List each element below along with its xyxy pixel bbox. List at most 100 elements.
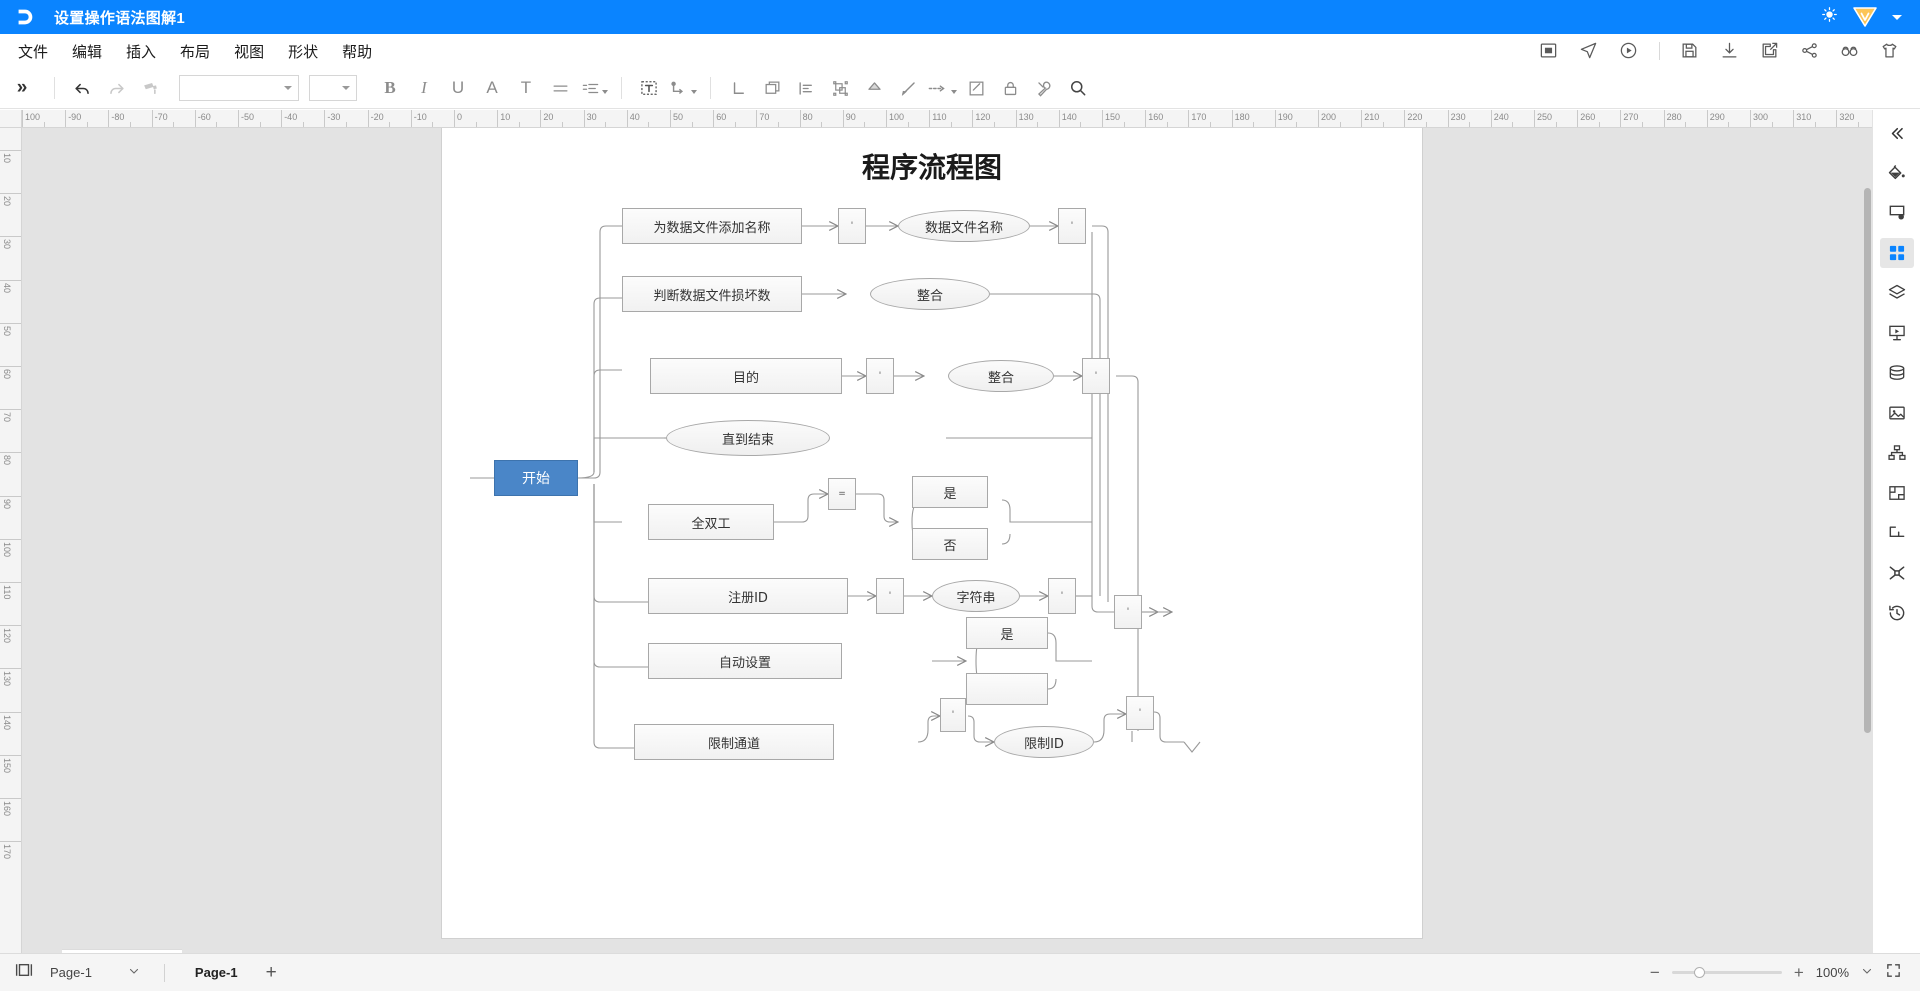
collaborate-icon[interactable]	[1840, 41, 1860, 61]
database-icon[interactable]	[1880, 358, 1914, 388]
flow-node-tiny[interactable]: '	[1126, 696, 1154, 730]
bold-button[interactable]: B	[373, 71, 407, 105]
flow-node-rect[interactable]: 为数据文件添加名称	[622, 208, 802, 244]
share-icon[interactable]	[1800, 41, 1820, 61]
zoom-slider-handle[interactable]	[1694, 967, 1705, 978]
flow-node-ellipse[interactable]: 整合	[948, 360, 1054, 392]
presentation-icon[interactable]	[1539, 41, 1559, 61]
layers-icon[interactable]	[1880, 278, 1914, 308]
page-view-icon[interactable]	[14, 961, 34, 984]
send-icon[interactable]	[1579, 41, 1599, 61]
align-icon[interactable]	[543, 71, 577, 105]
play-icon[interactable]	[1619, 41, 1639, 61]
lock-icon[interactable]	[993, 71, 1027, 105]
flow-node-rect[interactable]: 是	[966, 617, 1048, 649]
line-style-icon[interactable]	[925, 71, 959, 105]
canvas-vertical-scrollbar[interactable]	[1864, 188, 1871, 733]
menu-insert[interactable]: 插入	[114, 34, 168, 68]
align-objects-icon[interactable]	[789, 71, 823, 105]
font-color-button[interactable]: A	[475, 71, 509, 105]
format-painter-icon[interactable]	[133, 71, 167, 105]
chevron-down-icon[interactable]	[1892, 15, 1902, 20]
flow-node-ellipse[interactable]: 字符串	[932, 580, 1020, 612]
presentation-icon[interactable]	[1880, 318, 1914, 348]
search-icon[interactable]	[1061, 71, 1095, 105]
flow-node-tiny[interactable]: =	[828, 478, 856, 510]
zoom-in-button[interactable]: +	[1794, 963, 1804, 983]
tools-icon[interactable]	[1027, 71, 1061, 105]
shape-library-icon[interactable]	[1880, 238, 1914, 268]
zoom-slider[interactable]	[1672, 971, 1782, 974]
pen-line-icon[interactable]	[891, 71, 925, 105]
flow-node-tiny[interactable]: '	[940, 698, 966, 732]
menu-edit[interactable]: 编辑	[60, 34, 114, 68]
add-page-button[interactable]: +	[260, 962, 283, 984]
font-size-select[interactable]	[309, 75, 357, 101]
chevron-down-icon[interactable]	[1861, 964, 1873, 982]
line-spacing-icon[interactable]	[577, 71, 611, 105]
flow-node-tiny[interactable]: '	[1048, 578, 1076, 614]
horizontal-ruler[interactable]: 100-90-80-70-60-50-40-30-20-100102030405…	[22, 110, 1872, 128]
flow-node-rect[interactable]: 目的	[650, 358, 842, 394]
connector-route-icon[interactable]	[1880, 518, 1914, 548]
smart-layout-icon[interactable]	[1880, 558, 1914, 588]
edit-shape-icon[interactable]	[959, 71, 993, 105]
org-chart-icon[interactable]	[1880, 438, 1914, 468]
menu-view[interactable]: 视图	[222, 34, 276, 68]
underline-button[interactable]: U	[441, 71, 475, 105]
page-sheet[interactable]: 程序流程图	[442, 128, 1422, 938]
right-angle-icon[interactable]	[721, 71, 755, 105]
menu-layout[interactable]: 布局	[168, 34, 222, 68]
flow-node-rect[interactable]: 自动设置	[648, 643, 842, 679]
flow-node-ellipse[interactable]: 直到结束	[666, 420, 830, 456]
flow-node-tiny[interactable]: '	[838, 208, 866, 244]
redo-icon[interactable]	[99, 71, 133, 105]
vertical-ruler[interactable]: 1020304050607080901001101201301401501601…	[0, 128, 22, 953]
flow-node-tiny[interactable]: '	[1082, 358, 1110, 394]
fill-bucket-icon[interactable]	[857, 71, 891, 105]
connector-icon[interactable]	[666, 71, 700, 105]
menu-shape[interactable]: 形状	[276, 34, 330, 68]
page-tab-page-1[interactable]: Page-1	[183, 965, 250, 980]
text-box-icon[interactable]	[632, 71, 666, 105]
sun-icon[interactable]	[1821, 6, 1838, 28]
flow-node-rect[interactable]: 全双工	[648, 504, 774, 540]
fill-bucket-icon[interactable]	[1880, 158, 1914, 188]
flow-node-rect[interactable]: 判断数据文件损坏数	[622, 276, 802, 312]
edrawmax-logo-icon[interactable]	[8, 0, 42, 34]
theme-shirt-icon[interactable]	[1880, 41, 1900, 61]
history-icon[interactable]	[1880, 598, 1914, 628]
shape-icon[interactable]	[755, 71, 789, 105]
vip-diamond-icon[interactable]	[1852, 5, 1878, 29]
menu-help[interactable]: 帮助	[330, 34, 384, 68]
floorplan-icon[interactable]	[1880, 478, 1914, 508]
page-settings-icon[interactable]	[1880, 198, 1914, 228]
flow-node-rect[interactable]: 限制通道	[634, 724, 834, 760]
group-icon[interactable]	[823, 71, 857, 105]
flow-node-start[interactable]: 开始	[494, 460, 578, 496]
flow-node-tiny[interactable]: '	[876, 578, 904, 614]
flow-node-ellipse[interactable]: 数据文件名称	[898, 210, 1030, 242]
flow-node-ellipse[interactable]: 整合	[870, 278, 990, 310]
flow-node-rect[interactable]: 注册ID	[648, 578, 848, 614]
save-icon[interactable]	[1680, 41, 1700, 61]
text-style-button[interactable]: T	[509, 71, 543, 105]
export-image-icon[interactable]	[1760, 41, 1780, 61]
download-icon[interactable]	[1720, 41, 1740, 61]
flow-node-rect[interactable]: 是	[912, 476, 988, 508]
undo-icon[interactable]	[65, 71, 99, 105]
page-selector[interactable]: Page-1	[44, 965, 146, 980]
fullscreen-icon[interactable]	[1885, 962, 1902, 984]
collapse-panel-icon[interactable]	[1880, 118, 1914, 148]
expand-toolbar-button[interactable]: »	[0, 68, 44, 109]
flow-node-tiny[interactable]: '	[1058, 208, 1086, 244]
flow-node-ellipse[interactable]: 限制ID	[994, 726, 1094, 758]
zoom-out-button[interactable]: −	[1650, 963, 1660, 983]
flow-node-tiny[interactable]: '	[866, 358, 894, 394]
flow-node-rect[interactable]: 否	[912, 528, 988, 560]
font-family-select[interactable]	[179, 75, 299, 101]
canvas-area[interactable]: 程序流程图	[22, 128, 1872, 953]
menu-file[interactable]: 文件	[6, 34, 60, 68]
italic-button[interactable]: I	[407, 71, 441, 105]
flow-node-rect[interactable]	[966, 673, 1048, 705]
